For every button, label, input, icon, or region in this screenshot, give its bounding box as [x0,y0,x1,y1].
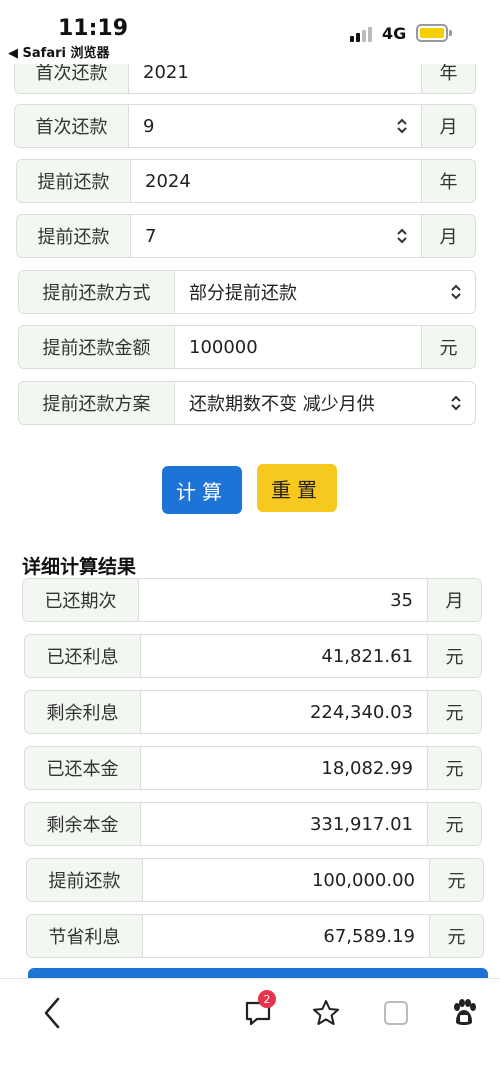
result-row: 剩余本金 331,917.01 元 [24,802,482,846]
result-label: 已还利息 [25,635,141,677]
result-row: 已还本金 18,082.99 元 [24,746,482,790]
row-label: 首次还款 [15,105,129,147]
battery-tip [449,30,452,36]
row-label: 提前还款 [17,160,131,202]
result-row: 提前还款 100,000.00 元 [26,858,484,902]
row-label: 提前还款方案 [19,382,175,424]
battery-icon [416,24,448,42]
result-value: 41,821.61 [321,645,413,667]
result-label: 已还本金 [25,747,141,789]
result-label: 提前还款 [27,859,143,901]
form-row-prepay-year: 提前还款 2024 年 [16,159,476,203]
back-button[interactable] [32,993,72,1033]
calculate-button[interactable]: 计算 [162,466,242,514]
select-value: 9 [143,115,155,137]
select-value: 7 [145,225,157,247]
network-type: 4G [382,24,407,43]
select-chevron-icon [397,118,407,134]
star-icon [313,1000,339,1025]
prepay-amount-input[interactable]: 100000 [175,326,421,368]
result-row: 剩余利息 224,340.03 元 [24,690,482,734]
select-value: 还款期数不变 减少月供 [189,394,375,415]
result-unit: 月 [427,579,481,621]
result-unit: 元 [427,691,481,733]
message-count-badge: 2 [258,990,276,1008]
result-row: 节省利息 67,589.19 元 [26,914,484,958]
result-unit: 元 [427,747,481,789]
tabs-icon [384,1001,408,1025]
result-unit: 元 [429,915,483,957]
tabs-button[interactable] [376,993,416,1033]
back-to-safari-link[interactable]: ◀ Safari 浏览器 [8,42,109,61]
baidu-paw-icon [454,999,476,1025]
result-label: 剩余利息 [25,691,141,733]
result-row: 已还期次 35 月 [22,578,482,622]
form-row-prepay-amount: 提前还款金额 100000 元 [18,325,476,369]
row-label: 提前还款金额 [19,326,175,368]
bottom-toolbar [0,978,500,1071]
chevron-left-icon [44,997,60,1029]
status-bar: 11:19 ◀ Safari 浏览器 4G [0,0,500,64]
form-row-prepay-method: 提前还款方式 部分提前还款 [18,270,476,314]
row-unit: 月 [421,105,475,147]
result-unit: 元 [427,635,481,677]
row-unit: 月 [421,215,475,257]
select-chevron-icon [451,395,461,411]
result-value: 100,000.00 [311,869,415,891]
result-label: 节省利息 [27,915,143,957]
result-value: 18,082.99 [321,757,413,779]
favorite-button[interactable] [306,993,346,1033]
result-unit: 元 [427,803,481,845]
row-label: 提前还款 [17,215,131,257]
form-row-prepay-plan: 提前还款方案 还款期数不变 减少月供 [18,381,476,425]
prepay-plan-select[interactable]: 还款期数不变 减少月供 [175,382,475,424]
reset-button[interactable]: 重置 [257,464,337,512]
results-title: 详细计算结果 [22,556,137,578]
select-value: 部分提前还款 [189,283,297,304]
result-value: 224,340.03 [309,701,413,723]
form-row-prepay-month: 提前还款 7 月 [16,214,476,258]
row-unit: 年 [421,160,475,202]
prepay-method-select[interactable]: 部分提前还款 [175,271,475,313]
row-unit: 元 [421,326,475,368]
row-label: 提前还款方式 [19,271,175,313]
status-time: 11:19 [58,16,129,41]
result-value: 331,917.01 [309,813,413,835]
baidu-button[interactable] [444,993,484,1033]
prepay-month-select[interactable]: 7 [131,215,421,257]
first-repay-month-select[interactable]: 9 [129,105,421,147]
result-label: 已还期次 [23,579,139,621]
prepay-year-input[interactable]: 2024 [131,160,421,202]
result-value: 67,589.19 [323,925,415,947]
form-row-first-month: 首次还款 9 月 [14,104,476,148]
result-unit: 元 [429,859,483,901]
result-value: 35 [390,589,413,611]
select-chevron-icon [397,228,407,244]
select-chevron-icon [451,284,461,300]
result-row: 已还利息 41,821.61 元 [24,634,482,678]
signal-icon [350,26,376,42]
result-label: 剩余本金 [25,803,141,845]
